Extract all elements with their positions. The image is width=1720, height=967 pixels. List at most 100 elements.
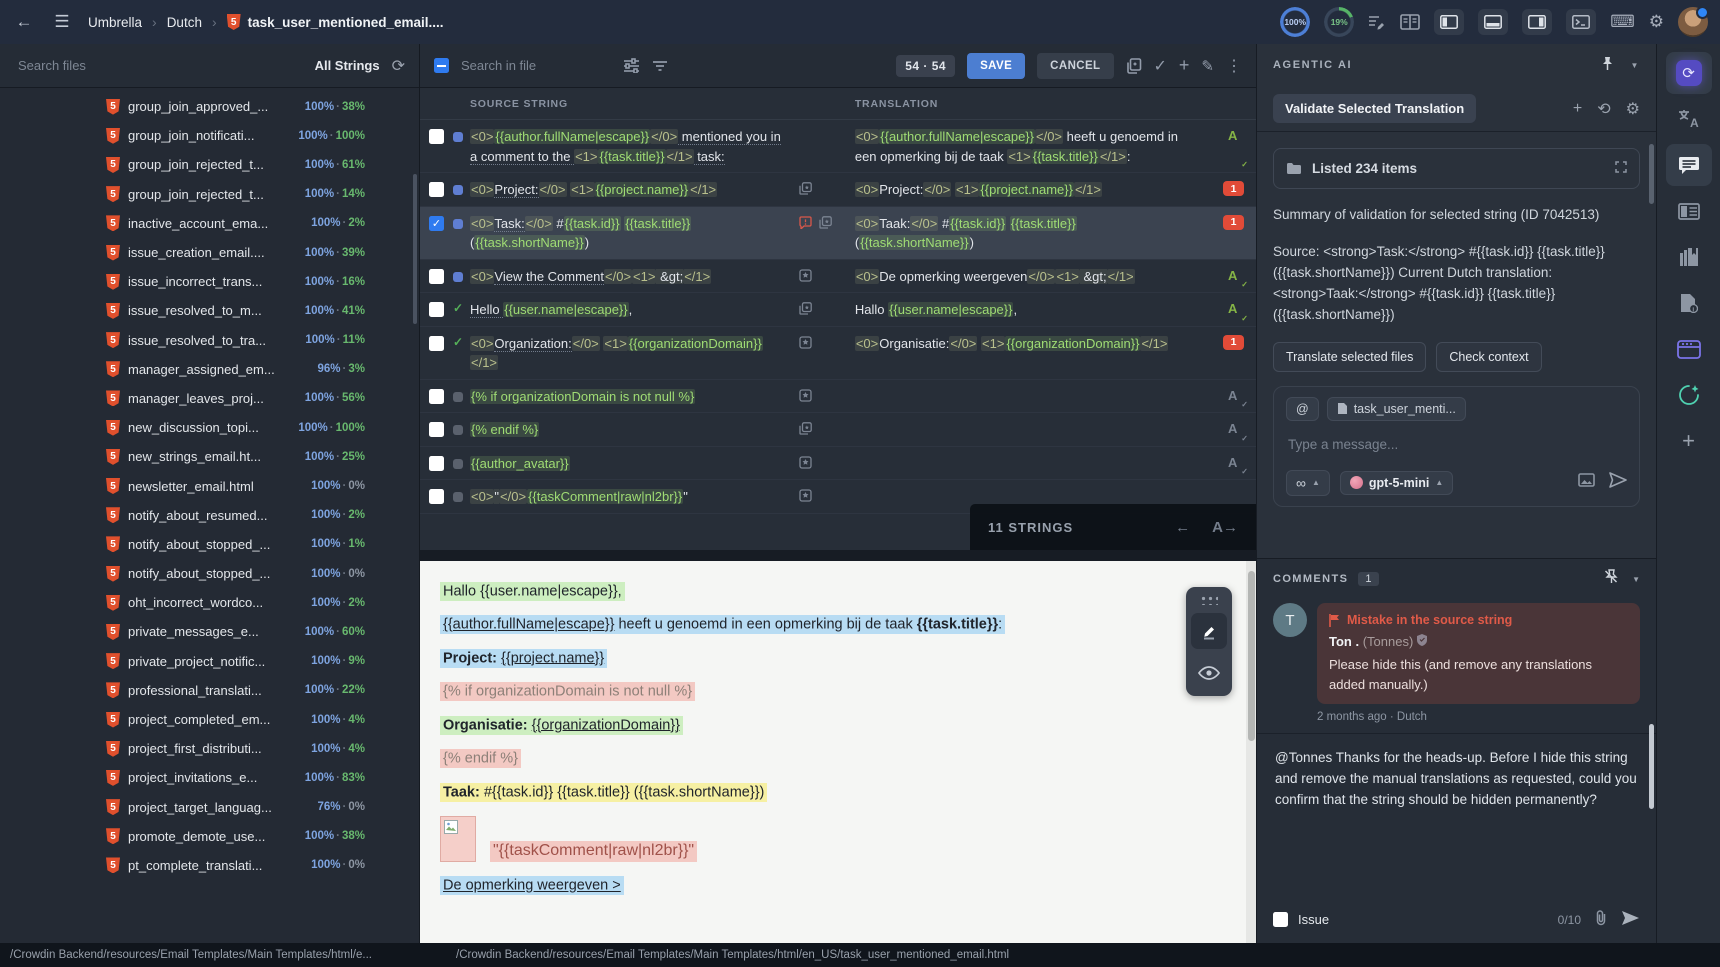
- file-list-item[interactable]: 5notify_about_resumed...100%·2%: [0, 501, 419, 530]
- keyboard-shortcuts-icon[interactable]: ⌨: [1610, 12, 1635, 32]
- translation-cell[interactable]: [855, 387, 1210, 407]
- edit-icon[interactable]: ✎: [1201, 57, 1214, 75]
- file-list-item[interactable]: 5promote_demote_use...100%·38%: [0, 822, 419, 851]
- translation-cell[interactable]: <0>Taak:</0> #{{task.id}} {{task.title}}…: [855, 214, 1210, 253]
- translation-cell[interactable]: <0>Organisatie:</0> <1>{{organizationDom…: [855, 334, 1210, 373]
- file-list-item[interactable]: 5project_target_languag...76%·0%: [0, 793, 419, 822]
- model-selector-dropdown[interactable]: gpt-5-mini ▲: [1340, 471, 1453, 495]
- row-checkbox[interactable]: [429, 422, 444, 437]
- preview-text[interactable]: De opmerking weergeven >: [443, 878, 621, 894]
- file-list-item[interactable]: 5inactive_account_ema...100%·2%: [0, 209, 419, 238]
- save-button[interactable]: SAVE: [967, 53, 1025, 79]
- translated-progress-ring[interactable]: 100%: [1280, 7, 1310, 37]
- string-row[interactable]: <0>View the Comment</0><1> &gt;</1><0>De…: [420, 260, 1256, 294]
- file-list-item[interactable]: 5group_join_rejected_t...100%·14%: [0, 180, 419, 209]
- source-string-cell[interactable]: <0>{{author.fullName|escape}}</0> mentio…: [470, 127, 799, 166]
- file-list-item[interactable]: 5new_strings_email.ht...100%·25%: [0, 442, 419, 471]
- comments-scrollbar[interactable]: [1649, 724, 1654, 809]
- new-chat-icon[interactable]: +: [1573, 100, 1582, 118]
- preview-text[interactable]: {{project.name}}: [501, 650, 604, 666]
- file-list-item[interactable]: 5private_messages_e...100%·60%: [0, 617, 419, 646]
- select-all-checkbox[interactable]: [434, 58, 449, 73]
- preview-scrollbar-thumb[interactable]: [1248, 571, 1255, 741]
- collapse-panel-icon[interactable]: ▼: [1630, 61, 1640, 70]
- preview-text[interactable]: {{organizationDomain}}: [532, 717, 680, 733]
- string-row[interactable]: ✓Hello {{user.name|escape}},Hallo {{user…: [420, 293, 1256, 327]
- comment-card[interactable]: Mistake in the source string Ton . (Tonn…: [1317, 603, 1640, 704]
- auto-translate-next-icon[interactable]: A→: [1212, 519, 1238, 536]
- file-list-item[interactable]: 5newsletter_email.html100%·0%: [0, 471, 419, 500]
- user-avatar[interactable]: [1678, 7, 1708, 37]
- source-string-cell[interactable]: <0>Task:</0> #{{task.id}} {{task.title}}…: [470, 214, 799, 253]
- translation-cell[interactable]: <0>Project:</0> <1>{{project.name}}</1>: [855, 180, 1210, 200]
- layout-bottom-panel-button[interactable]: [1478, 9, 1508, 35]
- highlight-mode-button[interactable]: [1191, 613, 1227, 649]
- file-list-item[interactable]: 5notify_about_stopped_...100%·0%: [0, 559, 419, 588]
- breadcrumb-project[interactable]: Umbrella: [88, 15, 142, 30]
- pin-icon[interactable]: [1601, 56, 1614, 74]
- submit-comment-icon[interactable]: [1621, 910, 1640, 929]
- string-row[interactable]: {% if organizationDomain is not null %}A…: [420, 380, 1256, 414]
- file-list-item[interactable]: 5group_join_notificati...100%·100%: [0, 121, 419, 150]
- layout-left-panel-button[interactable]: [1434, 9, 1464, 35]
- back-icon[interactable]: ←: [12, 12, 36, 32]
- source-string-cell[interactable]: <0>Organization:</0> <1>{{organizationDo…: [470, 334, 799, 373]
- row-checkbox[interactable]: [429, 269, 444, 284]
- file-list-item[interactable]: 5issue_incorrect_trans...100%·16%: [0, 267, 419, 296]
- machine-translation-tab[interactable]: A: [1666, 98, 1712, 140]
- search-in-file-input[interactable]: Search in file: [461, 58, 611, 73]
- commenter-name[interactable]: Ton .: [1329, 634, 1359, 649]
- string-row[interactable]: <0>{{author.fullName|escape}}</0> mentio…: [420, 120, 1256, 173]
- file-list-item[interactable]: 5issue_resolved_to_m...100%·41%: [0, 296, 419, 325]
- row-checkbox[interactable]: [429, 129, 444, 144]
- ai-action-dropdown[interactable]: Validate Selected Translation: [1273, 94, 1476, 123]
- check-context-button[interactable]: Check context: [1436, 342, 1541, 372]
- attach-file-icon[interactable]: [1595, 910, 1607, 929]
- translate-selected-files-button[interactable]: Translate selected files: [1273, 342, 1426, 372]
- custom-panel-tab[interactable]: [1666, 328, 1712, 370]
- breadcrumb-language[interactable]: Dutch: [167, 15, 202, 30]
- file-list-item[interactable]: 5professional_translati...100%·22%: [0, 676, 419, 705]
- file-list-item[interactable]: 5project_completed_em...100%·4%: [0, 705, 419, 734]
- ai-panel-scrollbar[interactable]: [1649, 144, 1654, 204]
- source-string-cell[interactable]: <0>Project:</0> <1>{{project.name}}</1>: [470, 180, 799, 200]
- file-list-item[interactable]: 5private_project_notific...100%·9%: [0, 647, 419, 676]
- file-list-item[interactable]: 5group_join_approved_...100%·38%: [0, 92, 419, 121]
- translation-cell[interactable]: Hallo {{user.name|escape}},: [855, 300, 1210, 320]
- strings-filter-dropdown[interactable]: All Strings: [315, 58, 380, 73]
- row-checkbox[interactable]: ✓: [429, 216, 444, 231]
- issues-count-badge[interactable]: 1: [1223, 181, 1244, 196]
- translation-cell[interactable]: [855, 420, 1210, 440]
- source-string-cell[interactable]: {{author_avatar}}: [470, 454, 799, 474]
- cancel-button[interactable]: CANCEL: [1037, 53, 1113, 79]
- preview-scrollbar-track[interactable]: [1246, 561, 1256, 943]
- row-checkbox[interactable]: [429, 336, 444, 351]
- settings-gear-icon[interactable]: ⚙: [1649, 12, 1664, 32]
- issues-count-badge[interactable]: 1: [1223, 335, 1244, 350]
- more-options-icon[interactable]: ⋮: [1226, 56, 1242, 76]
- copy-source-icon[interactable]: [1126, 58, 1142, 74]
- listed-items-card[interactable]: Listed 234 items: [1273, 148, 1640, 189]
- file-info-tab[interactable]: i: [1666, 282, 1712, 324]
- menu-icon[interactable]: ☰: [50, 12, 74, 32]
- string-row[interactable]: ✓ <0>Task:</0> #{{task.id}} {{task.title}…: [420, 207, 1256, 260]
- row-checkbox[interactable]: [429, 489, 444, 504]
- ai-assist-tab[interactable]: [1666, 374, 1712, 416]
- expand-icon[interactable]: [1615, 161, 1627, 176]
- file-list-item[interactable]: 5new_discussion_topi...100%·100%: [0, 413, 419, 442]
- layout-right-panel-button[interactable]: [1522, 9, 1552, 35]
- attach-image-icon[interactable]: [1578, 473, 1595, 492]
- send-message-icon[interactable]: [1609, 472, 1627, 493]
- row-checkbox[interactable]: [429, 389, 444, 404]
- proofread-icon[interactable]: [1368, 14, 1386, 30]
- string-row[interactable]: {% endif %}A✓: [420, 413, 1256, 447]
- file-list-item[interactable]: 5notify_about_stopped_...100%·1%: [0, 530, 419, 559]
- source-string-cell[interactable]: {% if organizationDomain is not null %}: [470, 387, 799, 407]
- search-settings-icon[interactable]: [623, 58, 640, 73]
- console-button[interactable]: [1566, 9, 1596, 35]
- translation-memory-tab[interactable]: [1666, 236, 1712, 278]
- mention-button[interactable]: @: [1286, 397, 1319, 421]
- issue-checkbox[interactable]: [1273, 912, 1288, 927]
- file-list-item[interactable]: 5manager_leaves_proj...100%·56%: [0, 384, 419, 413]
- translation-cell[interactable]: [855, 454, 1210, 474]
